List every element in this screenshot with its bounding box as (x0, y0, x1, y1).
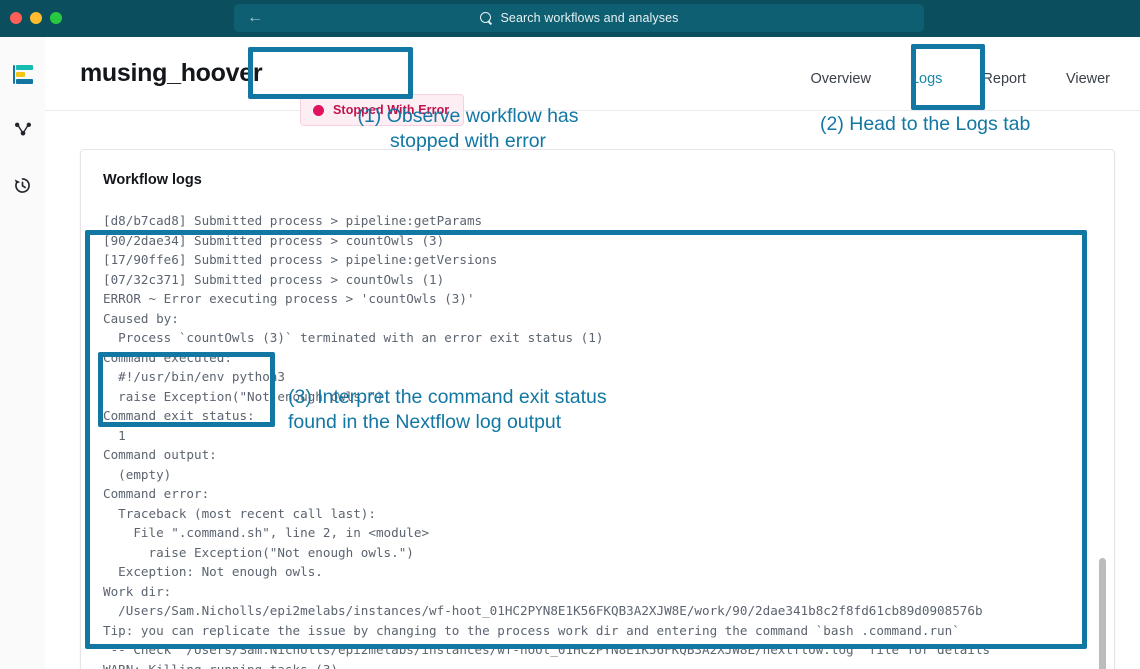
logs-scrollbar-thumb[interactable] (1099, 558, 1106, 669)
annotation-box-status-badge (248, 47, 413, 99)
minimize-window-icon[interactable] (30, 12, 42, 24)
search-placeholder: Search workflows and analyses (500, 11, 679, 25)
annotation-box-log-output (85, 230, 1087, 649)
annotation-box-logs-tab (911, 44, 985, 110)
annotation-box-exit-status (98, 352, 275, 427)
page-title: musing_hoover (80, 59, 263, 87)
epi2me-logo-icon (12, 64, 33, 86)
window-titlebar: ← Search workflows and analyses (0, 0, 1140, 37)
rail-item-workflows[interactable] (0, 109, 45, 149)
window-traffic-lights (10, 12, 62, 24)
close-window-icon[interactable] (10, 12, 22, 24)
annotation-step-3: (3) Interpret the command exit status fou… (288, 386, 607, 433)
rail-item-logo[interactable] (0, 55, 45, 95)
history-clock-icon (14, 177, 30, 193)
search-bar[interactable]: ← Search workflows and analyses (234, 4, 924, 32)
tab-overview[interactable]: Overview (791, 65, 891, 93)
logs-card-title: Workflow logs (103, 172, 202, 188)
workflows-share-icon (14, 122, 31, 136)
tab-viewer[interactable]: Viewer (1046, 65, 1130, 93)
annotation-step-2: (2) Head to the Logs tab (820, 113, 1031, 135)
search-icon (479, 11, 493, 25)
left-rail (0, 37, 45, 669)
search-input[interactable]: Search workflows and analyses (234, 4, 924, 32)
rail-item-history[interactable] (0, 165, 45, 205)
annotation-step-1: (1) Observe workflow has stopped with err… (357, 105, 579, 152)
zoom-window-icon[interactable] (50, 12, 62, 24)
